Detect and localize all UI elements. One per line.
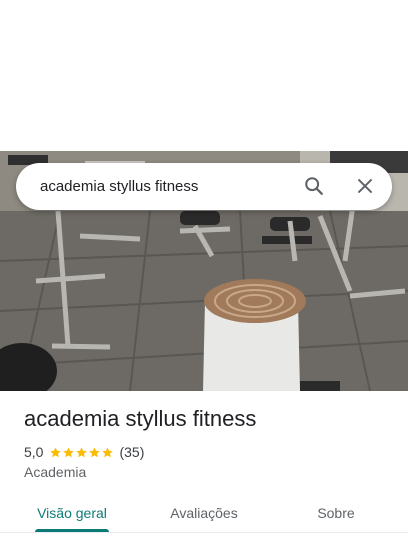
- place-tabs: Visão geral Avaliações Sobre: [0, 495, 408, 535]
- search-input[interactable]: academia styllus fitness: [40, 163, 198, 210]
- tabs-divider: [0, 532, 408, 533]
- tab-overview[interactable]: Visão geral: [35, 495, 109, 531]
- place-title: academia styllus fitness: [24, 406, 257, 431]
- search-icon[interactable]: [303, 175, 325, 197]
- rating-value: 5,0: [24, 444, 44, 460]
- close-icon[interactable]: [354, 175, 376, 197]
- star-icon: [102, 446, 114, 457]
- reviews-count[interactable]: (35): [119, 444, 144, 460]
- tab-reviews[interactable]: Avaliações: [164, 495, 244, 531]
- tab-about[interactable]: Sobre: [310, 495, 362, 531]
- star-icon: [50, 446, 62, 457]
- star-icon: [76, 446, 88, 457]
- star-icon: [63, 446, 75, 457]
- search-bar[interactable]: academia styllus fitness: [16, 163, 392, 210]
- place-category[interactable]: Academia: [24, 464, 86, 480]
- star-icon: [89, 446, 101, 457]
- rating-stars: [49, 446, 114, 459]
- rating-row[interactable]: 5,0 (35): [24, 443, 144, 461]
